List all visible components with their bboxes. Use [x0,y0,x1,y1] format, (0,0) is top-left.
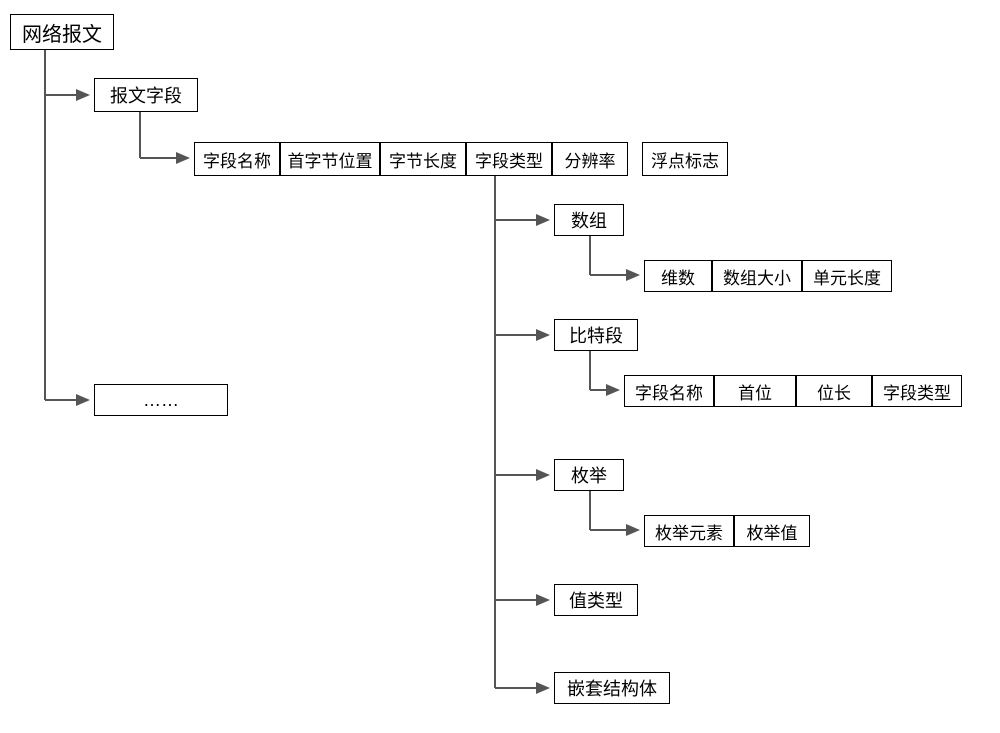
message-field-label: 报文字段 [110,82,182,108]
field-attrs-row: 字段名称 首字节位置 字节长度 字段类型 分辨率 浮点标志 [194,142,728,176]
bitfield-field-type: 字段类型 [872,375,962,407]
message-field-node: 报文字段 [94,78,198,112]
enum-element: 枚举元素 [644,515,734,547]
type-nested-struct-label: 嵌套结构体 [567,675,657,701]
root-label: 网络报文 [22,18,102,47]
ellipsis-label: …… [143,390,179,411]
bitfield-bit-len: 位长 [796,375,872,407]
root-node: 网络报文 [10,14,114,50]
attr-resolution: 分辨率 [552,142,628,176]
attr-first-byte: 首字节位置 [280,142,380,176]
enum-value: 枚举值 [734,515,810,547]
type-enum-label: 枚举 [571,462,607,488]
type-value-label: 值类型 [569,587,623,613]
array-dims: 维数 [644,260,712,292]
array-attrs-row: 维数 数组大小 单元长度 [644,260,892,292]
array-size: 数组大小 [712,260,802,292]
attr-field-type: 字段类型 [466,142,552,176]
bitfield-first-bit: 首位 [714,375,796,407]
type-array-node: 数组 [554,204,624,236]
attr-byte-len: 字节长度 [380,142,466,176]
type-bitfield-node: 比特段 [554,319,638,351]
type-value-node: 值类型 [554,584,638,616]
bitfield-attrs-row: 字段名称 首位 位长 字段类型 [624,375,962,407]
type-array-label: 数组 [571,207,607,233]
ellipsis-node: …… [94,384,228,416]
enum-attrs-row: 枚举元素 枚举值 [644,515,810,547]
type-enum-node: 枚举 [554,459,624,491]
attr-name: 字段名称 [194,142,280,176]
array-unit-len: 单元长度 [802,260,892,292]
type-bitfield-label: 比特段 [569,322,623,348]
attr-float-flag: 浮点标志 [642,142,728,176]
type-nested-struct-node: 嵌套结构体 [554,672,670,704]
bitfield-name: 字段名称 [624,375,714,407]
